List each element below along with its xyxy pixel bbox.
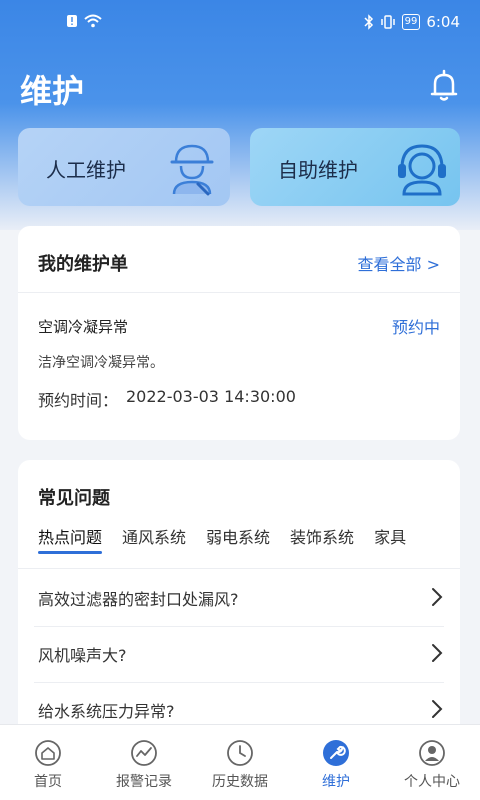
- order-time-value: 2022-03-03 14:30:00: [126, 387, 296, 406]
- faq-item-text: 给水系统压力异常?: [38, 702, 175, 721]
- order-time-label: 预约时间：: [38, 391, 119, 410]
- nav-profile[interactable]: 个人中心: [384, 725, 480, 800]
- nav-history-data[interactable]: 历史数据: [192, 725, 288, 800]
- bottom-nav: 首页 报警记录 历史数据 维护 个人中心: [0, 724, 480, 800]
- status-right: 99 6:04: [364, 13, 460, 31]
- faq-tab-decoration[interactable]: 装饰系统: [290, 524, 354, 554]
- order-description: 洁净空调冷凝异常。: [38, 355, 164, 371]
- page-title: 维护: [20, 72, 85, 110]
- wifi-icon: [84, 14, 102, 28]
- my-orders-title: 我的维护单: [38, 254, 128, 275]
- nav-history-data-label: 历史数据: [212, 774, 268, 790]
- faq-tab-ventilation[interactable]: 通风系统: [122, 524, 186, 554]
- faq-title: 常见问题: [38, 488, 110, 509]
- nav-maintenance-label: 维护: [322, 774, 350, 790]
- nav-home-label: 首页: [34, 774, 62, 790]
- faq-item[interactable]: 高效过滤器的密封口处漏风?: [18, 570, 460, 626]
- faq-tabs: 热点问题 通风系统 弱电系统 装饰系统 家具: [38, 524, 406, 554]
- alarm-chart-icon: [131, 740, 157, 766]
- faq-tab-furniture[interactable]: 家具: [374, 524, 406, 554]
- user-icon: [419, 740, 445, 766]
- faq-item-text: 高效过滤器的密封口处漏风?: [38, 590, 239, 609]
- vibrate-icon: [380, 15, 395, 29]
- faq-item[interactable]: 风机噪声大?: [18, 626, 460, 682]
- manual-maintenance-label: 人工维护: [46, 158, 126, 182]
- notification-icon: [67, 15, 77, 27]
- clock-icon: [227, 740, 253, 766]
- status-bar: 99 6:04: [0, 0, 480, 44]
- order-status: 预约中: [391, 318, 440, 337]
- nav-alarm-records[interactable]: 报警记录: [96, 725, 192, 800]
- my-orders-panel: 我的维护单 查看全部 > 空调冷凝异常 预约中 洁净空调冷凝异常。 预约时间： …: [18, 226, 460, 440]
- nav-maintenance[interactable]: 维护: [288, 725, 384, 800]
- nav-home[interactable]: 首页: [0, 725, 96, 800]
- view-all-link[interactable]: 查看全部 >: [358, 251, 441, 275]
- manual-maintenance-card[interactable]: 人工维护: [18, 128, 230, 206]
- divider: [18, 568, 460, 569]
- self-maintenance-label: 自助维护: [278, 158, 358, 182]
- home-icon: [35, 740, 61, 766]
- self-maintenance-card[interactable]: 自助维护: [250, 128, 460, 206]
- bell-icon[interactable]: [426, 68, 462, 104]
- order-name: 空调冷凝异常: [38, 318, 129, 336]
- nav-profile-label: 个人中心: [404, 774, 460, 790]
- faq-panel: 常见问题 热点问题 通风系统 弱电系统 装饰系统 家具 高效过滤器的密封口处漏风…: [18, 460, 460, 750]
- chevron-right-icon: [432, 588, 443, 606]
- divider: [18, 292, 460, 293]
- nav-alarm-records-label: 报警记录: [116, 774, 172, 790]
- status-time: 6:04: [426, 13, 460, 31]
- bluetooth-icon: [364, 14, 373, 30]
- faq-tab-weak-current[interactable]: 弱电系统: [206, 524, 270, 554]
- headset-icon: [398, 144, 446, 196]
- chevron-right-icon: [432, 700, 443, 718]
- battery-indicator: 99: [401, 14, 421, 30]
- chevron-right-icon: [432, 644, 443, 662]
- status-left: [66, 14, 102, 28]
- worker-icon: [170, 144, 214, 196]
- faq-tab-hot[interactable]: 热点问题: [38, 524, 103, 554]
- faq-item-text: 风机噪声大?: [38, 646, 127, 665]
- wrench-icon: [323, 740, 349, 766]
